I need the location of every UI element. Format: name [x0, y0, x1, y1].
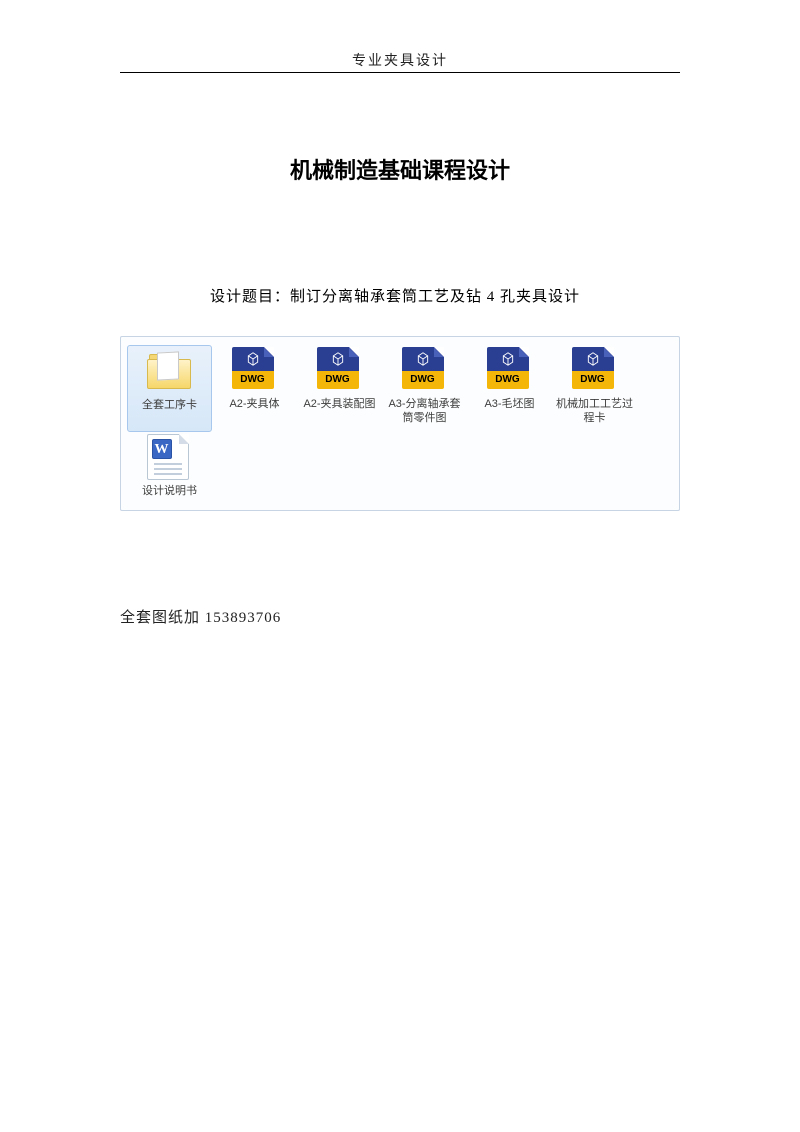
folder-icon — [147, 348, 193, 394]
dwg-icon: DWG — [572, 347, 618, 393]
file-label: 全套工序卡 — [142, 398, 197, 412]
file-item-dwg[interactable]: DWG 机械加工工艺过程卡 — [552, 345, 637, 432]
document-subtitle: 设计题目：制订分离轴承套筒工艺及钻 4 孔夹具设计 — [120, 285, 680, 306]
document-title: 机械制造基础课程设计 — [120, 153, 680, 185]
file-row-2: W 设计说明书 — [127, 432, 673, 504]
file-label: 设计说明书 — [142, 484, 197, 498]
file-item-word[interactable]: W 设计说明书 — [127, 432, 212, 504]
file-label: A3-毛坯图 — [484, 397, 534, 411]
file-item-dwg[interactable]: DWG A3-毛坯图 — [467, 345, 552, 432]
file-row-1: 全套工序卡 DWG A2-夹具体 DWG — [127, 345, 673, 432]
page-header: 专业夹具设计 — [120, 50, 680, 73]
file-label: A2-夹具装配图 — [303, 397, 375, 411]
contact-line: 全套图纸加 153893706 — [120, 606, 680, 627]
file-explorer-panel: 全套工序卡 DWG A2-夹具体 DWG — [120, 336, 680, 511]
file-label: A3-分离轴承套筒零件图 — [385, 397, 465, 426]
dwg-icon: DWG — [402, 347, 448, 393]
dwg-icon: DWG — [487, 347, 533, 393]
file-item-dwg[interactable]: DWG A2-夹具体 — [212, 345, 297, 432]
file-item-folder[interactable]: 全套工序卡 — [127, 345, 212, 432]
file-item-dwg[interactable]: DWG A3-分离轴承套筒零件图 — [382, 345, 467, 432]
document-page: 专业夹具设计 机械制造基础课程设计 设计题目：制订分离轴承套筒工艺及钻 4 孔夹… — [0, 0, 800, 627]
file-label: 机械加工工艺过程卡 — [555, 397, 635, 426]
word-icon: W — [147, 434, 193, 480]
file-label: A2-夹具体 — [229, 397, 279, 411]
dwg-icon: DWG — [232, 347, 278, 393]
file-item-dwg[interactable]: DWG A2-夹具装配图 — [297, 345, 382, 432]
dwg-icon: DWG — [317, 347, 363, 393]
